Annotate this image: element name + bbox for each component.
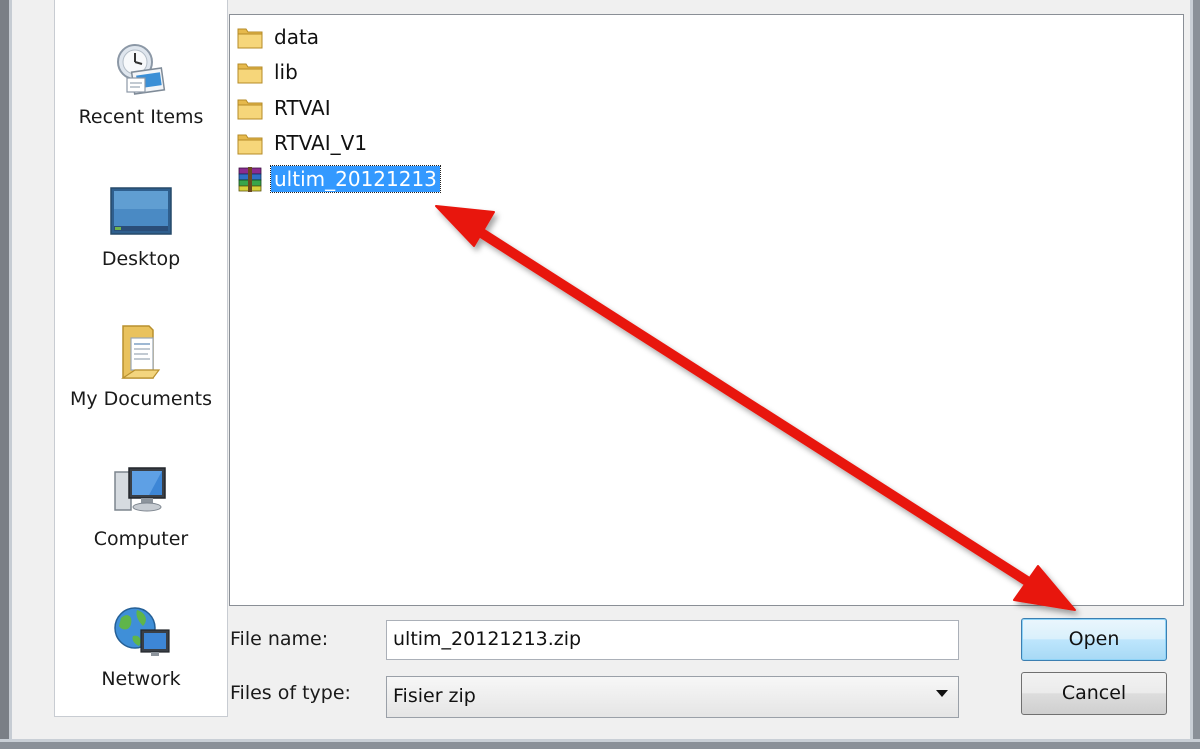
place-recent-items[interactable]: Recent Items — [55, 40, 227, 128]
place-label: Recent Items — [78, 106, 204, 128]
folder-icon — [237, 99, 263, 120]
folder-icon — [237, 134, 263, 155]
open-button[interactable]: Open — [1021, 618, 1167, 661]
place-desktop[interactable]: Desktop — [55, 182, 227, 270]
winrar-archive-icon — [238, 167, 262, 192]
place-network[interactable]: Network — [55, 602, 227, 690]
file-name: RTVAI_V1 — [274, 131, 368, 155]
file-name: RTVAI — [274, 96, 331, 120]
desktop-icon — [110, 187, 172, 235]
list-item-selected[interactable]: ultim_20121213 — [236, 163, 441, 195]
folder-icon — [237, 28, 263, 49]
file-name-input[interactable]: ultim_20121213.zip — [386, 620, 959, 660]
file-name-label: File name: — [230, 628, 329, 650]
list-item[interactable]: data — [236, 21, 319, 53]
file-list[interactable]: data lib RTVAI RTVAI_V1 ultim_20121213 — [229, 14, 1184, 606]
computer-icon — [114, 467, 166, 512]
files-of-type-label: Files of type: — [230, 682, 351, 704]
chevron-down-icon[interactable] — [936, 690, 948, 697]
file-name: data — [274, 25, 320, 49]
place-computer[interactable]: Computer — [55, 462, 227, 550]
recent-items-icon — [117, 44, 166, 95]
cancel-button[interactable]: Cancel — [1021, 672, 1167, 715]
list-item[interactable]: RTVAI_V1 — [236, 127, 367, 159]
network-icon — [114, 607, 170, 656]
place-label: Network — [101, 668, 181, 690]
my-documents-icon — [121, 325, 161, 379]
place-label: My Documents — [69, 388, 212, 410]
window-frame-right — [1190, 0, 1200, 749]
place-my-documents[interactable]: My Documents — [55, 322, 227, 410]
list-item[interactable]: lib — [236, 56, 298, 88]
place-label: Computer — [93, 528, 189, 550]
places-bar: Recent Items Desktop My Documents Comput… — [54, 0, 228, 717]
files-of-type-value: Fisier zip — [393, 685, 476, 707]
file-open-dialog: Recent Items Desktop My Documents Comput… — [12, 0, 1190, 739]
file-name: lib — [274, 60, 298, 84]
folder-icon — [237, 63, 263, 84]
file-name: ultim_20121213 — [270, 165, 441, 193]
place-label: Desktop — [101, 248, 181, 270]
files-of-type-select[interactable]: Fisier zip — [386, 676, 959, 718]
window-frame-left — [0, 0, 12, 749]
window-frame-bottom — [0, 739, 1200, 749]
list-item[interactable]: RTVAI — [236, 92, 331, 124]
